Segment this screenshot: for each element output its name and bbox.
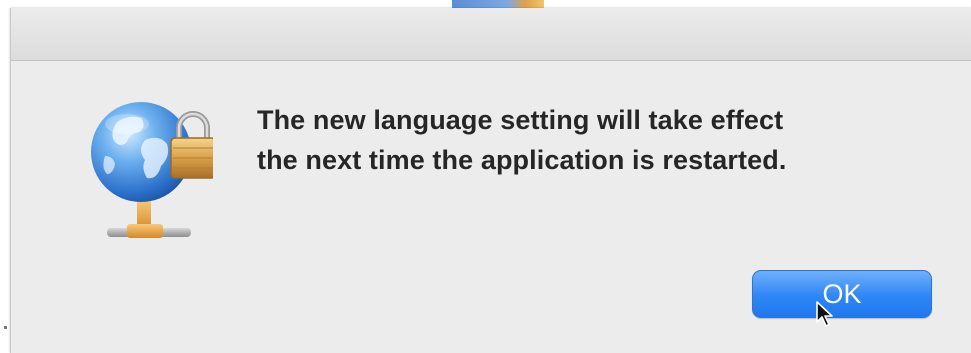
- mouse-pointer-icon: [815, 300, 835, 328]
- ok-button[interactable]: OK: [752, 270, 932, 318]
- alert-message-line-2: the next time the application is restart…: [257, 145, 787, 175]
- background-mark: [4, 326, 7, 329]
- network-globe-lock-icon: [83, 96, 216, 246]
- alert-message-line-1: The new language setting will take effec…: [257, 105, 784, 135]
- dialog-titlebar[interactable]: [11, 8, 971, 61]
- alert-message: The new language setting will take effec…: [257, 100, 937, 180]
- screen: The new language setting will take effec…: [0, 0, 971, 353]
- alert-dialog: The new language setting will take effec…: [10, 8, 971, 353]
